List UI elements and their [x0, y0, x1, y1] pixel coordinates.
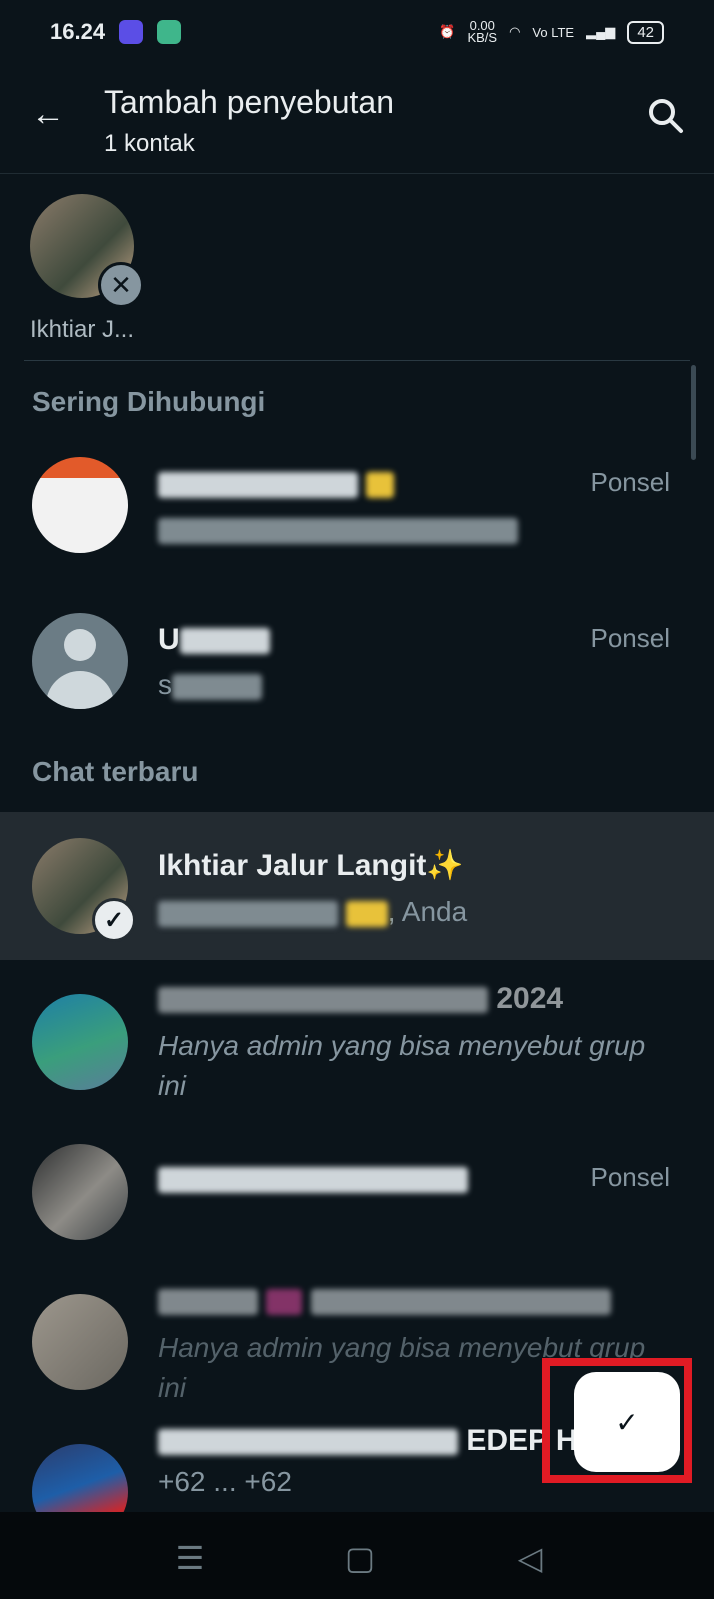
game-app-icon [119, 20, 144, 44]
group-members: +62 ... +62 [158, 1466, 292, 1497]
back-nav-icon[interactable]: ◁ [510, 1538, 550, 1578]
app-header: ← Tambah penyebutan 1 kontak [0, 72, 714, 172]
header-divider [0, 173, 714, 174]
status-bar: 16.24 ⏰ 0.00 KB/S ◠ Vo LTE ▂▄▆ 42 [0, 0, 714, 64]
network-label: Vo LTE [532, 24, 575, 40]
phone-type: Ponsel [590, 1162, 671, 1192]
selected-contacts: ✕ Ikhtiar J... [0, 180, 714, 350]
download-icon [157, 20, 182, 44]
search-button[interactable] [642, 92, 690, 140]
contact-name [158, 467, 395, 501]
signal-icon: ▂▄▆ [586, 24, 616, 39]
section-title-frequent: Sering Dihubungi [32, 386, 266, 417]
group-name: 2024 [158, 982, 563, 1016]
page-title: Tambah penyebutan [104, 84, 394, 120]
default-avatar-icon [32, 613, 128, 709]
list-item[interactable]: Ponsel [0, 1130, 714, 1270]
status-left: 16.24 [50, 19, 182, 45]
system-nav-bar: ☰ ▢ ◁ [0, 1512, 714, 1599]
selected-contact-name: Ikhtiar J... [29, 316, 135, 343]
contact-status: , Anda [158, 896, 467, 928]
phone-type: Ponsel [590, 467, 671, 497]
menu-icon[interactable]: ☰ [170, 1538, 210, 1578]
alarm-icon: ⏰ [439, 24, 456, 39]
net-speed: 0.00 KB/S [467, 19, 498, 45]
check-icon: ✓ [615, 1406, 639, 1438]
confirm-button[interactable]: ✓ [574, 1372, 680, 1472]
status-time: 16.24 [50, 19, 106, 44]
avatar: ✕ [30, 194, 144, 308]
contact-name [158, 1162, 468, 1196]
home-icon[interactable]: ▢ [340, 1538, 380, 1578]
contact-status [158, 513, 518, 545]
avatar [32, 1144, 128, 1240]
section-title-recent: Chat terbaru [32, 756, 199, 787]
contact-name-initial: U [158, 623, 180, 656]
list-item[interactable]: 2024 Hanya admin yang bisa menyebut grup… [0, 968, 714, 1118]
wifi-icon: ◠ [509, 24, 521, 39]
contact-status: s [158, 669, 262, 701]
group-name-suffix: 2024 [496, 982, 564, 1015]
list-item[interactable]: U s Ponsel [0, 595, 714, 735]
avatar [32, 457, 128, 553]
selection-count: 1 kontak [104, 130, 195, 157]
list-item-selected[interactable]: ✓ Ikhtiar Jalur Langit✨ , Anda [0, 812, 714, 960]
remove-selection-button[interactable]: ✕ [98, 262, 144, 308]
arrow-back-icon: ← [31, 94, 65, 133]
group-name [158, 1284, 611, 1318]
net-speed-unit: KB/S [467, 30, 498, 45]
contact-status-initial: s [158, 669, 172, 700]
phone-type: Ponsel [590, 623, 671, 653]
close-icon: ✕ [110, 269, 132, 300]
check-icon: ✓ [92, 898, 136, 942]
contact-status-suffix: , Anda [387, 896, 468, 927]
contact-name: U [158, 623, 270, 657]
back-button[interactable]: ← [24, 90, 72, 138]
list-item[interactable]: Ponsel [0, 445, 714, 585]
battery-indicator: 42 [627, 20, 664, 44]
avatar [32, 1294, 128, 1390]
search-icon [649, 99, 683, 133]
avatar [32, 994, 128, 1090]
contact-name: Ikhtiar Jalur Langit✨ [158, 849, 464, 882]
selection-divider [24, 360, 690, 361]
status-right: ⏰ 0.00 KB/S ◠ Vo LTE ▂▄▆ 42 [439, 19, 664, 45]
selected-chip[interactable]: ✕ Ikhtiar J... [14, 194, 150, 344]
group-name: EDEP H [158, 1424, 578, 1458]
mention-restriction-note: Hanya admin yang bisa menyebut grup ini [158, 1030, 646, 1101]
